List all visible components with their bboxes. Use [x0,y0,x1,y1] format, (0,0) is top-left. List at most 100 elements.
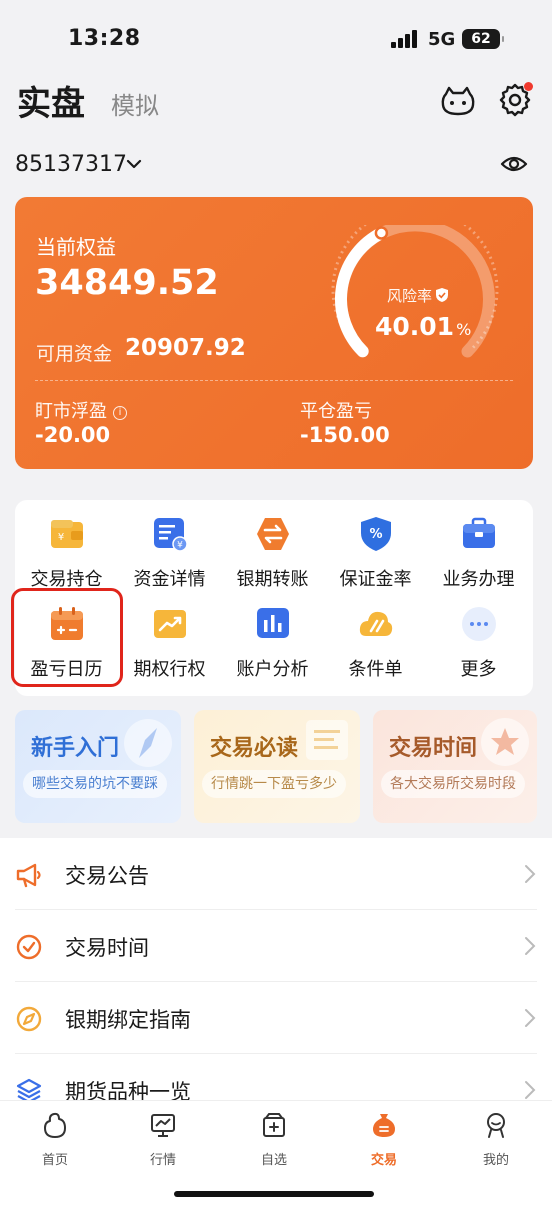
more-icon [462,607,496,641]
briefcase-icon [463,517,495,548]
option-exercise-icon [154,610,186,638]
compass-icon [16,1006,42,1032]
watchlist-icon [263,1113,285,1137]
func-bank-transfer[interactable]: 银期转账 [221,516,324,606]
guide-title: 交易时间 [389,736,478,761]
equity-label: 当前权益 [36,235,116,259]
list-item-trading-hours[interactable]: 交易时间 [15,910,537,982]
mtm-label-text: 盯市浮盈 [35,401,107,422]
func-label: 更多 [460,659,497,680]
eye-icon[interactable] [500,152,528,176]
tab-label: 交易 [370,1153,397,1168]
chevron-right-icon [525,865,536,883]
network-label: 5G [428,29,456,50]
func-fund-detail[interactable]: ¥ 资金详情 [118,516,221,606]
equity-card[interactable]: 当前权益 34849.52 可用资金 20907.92 风险率 40.01% 盯… [15,197,533,469]
check-circle-icon [16,934,42,960]
tab-label: 行情 [149,1153,176,1168]
available-label: 可用资金 [36,343,113,365]
margin-rate-icon: % [361,517,391,551]
guide-title: 新手入门 [31,736,120,761]
svg-text:¥: ¥ [177,541,183,551]
compass-decoration-icon [124,719,172,767]
func-condition-order[interactable]: 条件单 [324,606,427,696]
trade-icon [373,1114,395,1137]
tab-sim[interactable]: 模拟 [111,86,159,121]
tab-profile[interactable]: 我的 [441,1111,551,1171]
list-label: 银期绑定指南 [65,1008,191,1032]
close-pnl-value: -150.00 [300,423,390,447]
func-label: 条件单 [348,659,403,680]
list-label: 交易公告 [65,864,149,888]
tab-trade[interactable]: 交易 [329,1111,439,1171]
chevron-right-icon [525,1081,536,1099]
info-icon[interactable]: i [113,406,127,420]
tab-watchlist[interactable]: 自选 [219,1111,329,1171]
guide-sub: 行情跳一下盈亏多少 [202,770,346,798]
wallet-icon: ¥ [51,520,83,548]
risk-value: 40.01% [375,312,471,341]
close-pnl-label: 平仓盈亏 [300,401,372,422]
market-icon [151,1114,175,1137]
tab-home[interactable]: 首页 [0,1111,110,1171]
profile-icon [487,1113,505,1138]
notification-dot [524,82,533,91]
tab-market[interactable]: 行情 [108,1111,218,1171]
tab-real[interactable]: 实盘 [17,76,85,125]
func-label: 银期转账 [236,569,309,590]
home-indicator [174,1191,374,1197]
guide-sub: 哪些交易的坑不要踩 [23,770,167,798]
star-decoration-icon [481,718,529,766]
fund-detail-icon: ¥ [154,518,188,552]
func-account-analysis[interactable]: 账户分析 [221,606,324,696]
risk-unit: % [456,320,472,339]
tab-label: 首页 [41,1153,68,1168]
tab-label: 自选 [260,1153,287,1168]
status-time: 13:28 [68,26,141,51]
guide-card-beginner[interactable]: 新手入门 哪些交易的坑不要踩 [15,710,181,823]
tab-label: 我的 [482,1153,509,1168]
signal-icon [391,30,421,48]
info-list: 交易公告 交易时间 银期绑定指南 期货品种一览 [0,838,552,1128]
transfer-icon [257,518,289,550]
guide-card-must-read[interactable]: 交易必读 行情跳一下盈亏多少 [194,710,360,823]
highlight-box [11,588,123,687]
equity-value: 34849.52 [35,263,219,303]
func-label: 账户分析 [236,659,309,680]
chevron-down-icon[interactable] [126,156,142,172]
func-margin-rate[interactable]: % 保证金率 [324,516,427,606]
card-divider [35,380,513,381]
func-option-exercise[interactable]: 期权行权 [118,606,221,696]
guide-card-trading-hours[interactable]: 交易时间 各大交易所交易时段 [373,710,537,823]
mtm-value: -20.00 [35,423,111,447]
chevron-right-icon [525,937,536,955]
document-decoration-icon [306,720,348,760]
account-row: 85137317 [0,140,552,190]
home-icon [44,1112,66,1138]
risk-label-text: 风险率 [387,287,433,305]
list-item-announcement[interactable]: 交易公告 [15,838,537,910]
svg-text:%: % [369,527,382,542]
bar-chart-icon [257,608,289,638]
account-number[interactable]: 85137317 [15,152,127,177]
cloud-order-icon [359,611,393,636]
func-label: 期权行权 [133,659,206,680]
guide-sub: 各大交易所交易时段 [381,770,525,798]
status-bar: 13:28 5G 62 [0,0,552,70]
megaphone-icon [16,863,41,888]
chevron-right-icon [525,1009,536,1027]
svg-text:¥: ¥ [58,532,64,543]
func-business[interactable]: 业务办理 [427,516,530,606]
battery-icon: 62 [462,29,504,49]
func-more[interactable]: 更多 [427,606,530,696]
func-label: 资金详情 [133,569,206,590]
risk-label: 风险率 [387,285,449,306]
func-label: 保证金率 [339,569,412,590]
mtm-label[interactable]: 盯市浮盈 i [35,397,127,423]
robot-icon[interactable] [440,84,476,118]
list-label: 交易时间 [65,936,149,960]
risk-number: 40.01 [375,312,455,341]
gauge-knob [374,226,389,240]
available-value: 20907.92 [125,335,246,361]
list-item-bank-binding[interactable]: 银期绑定指南 [15,982,537,1054]
